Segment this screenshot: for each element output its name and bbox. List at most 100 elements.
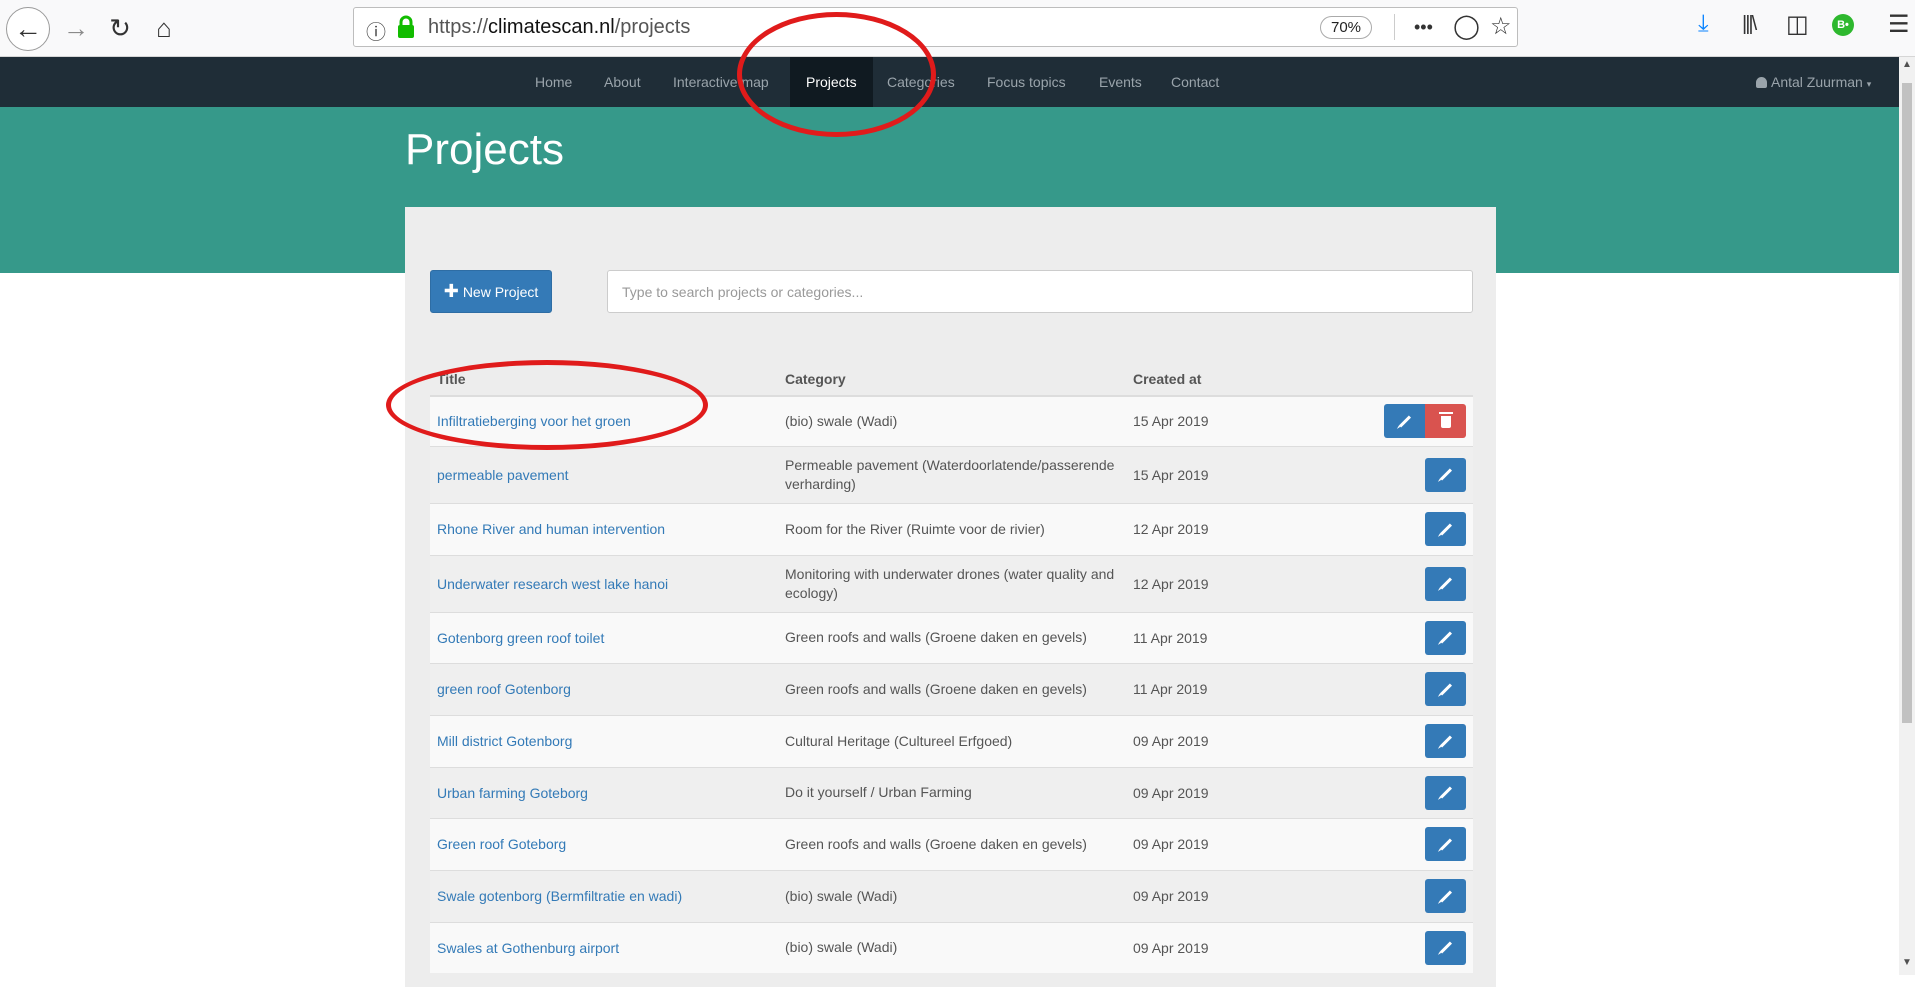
title-cell: permeable pavement xyxy=(430,445,778,503)
project-title-link[interactable]: permeable pavement xyxy=(437,467,569,483)
site-navbar: Home About Interactive map Projects Cate… xyxy=(0,57,1899,107)
category-cell: Green roofs and walls (Groene daken en g… xyxy=(778,817,1126,870)
project-title-link[interactable]: Green roof Goteborg xyxy=(437,836,566,852)
created-at-cell: 15 Apr 2019 xyxy=(1126,395,1300,446)
search-input[interactable] xyxy=(607,270,1473,313)
project-title-link[interactable]: Swales at Gothenburg airport xyxy=(437,940,619,956)
project-title-link[interactable]: Swale gotenborg (Bermfiltratie en wadi) xyxy=(437,888,682,904)
bookmark-star-icon[interactable]: ☆ xyxy=(1490,12,1512,41)
header-category[interactable]: Category xyxy=(778,347,1126,397)
title-cell: green roof Gotenborg xyxy=(430,662,778,715)
edit-button[interactable] xyxy=(1425,620,1466,655)
project-title-link[interactable]: Gotenborg green roof toilet xyxy=(437,630,604,646)
trash-icon xyxy=(1438,412,1453,429)
actions-cell xyxy=(1300,921,1473,973)
pencil-icon xyxy=(1439,682,1452,696)
home-icon[interactable]: ⌂ xyxy=(144,8,184,48)
category-cell: Green roofs and walls (Groene daken en g… xyxy=(778,611,1126,663)
category-cell: Green roofs and walls (Groene daken en g… xyxy=(778,662,1126,715)
table-row: Mill district Gotenborg Cultural Heritage… xyxy=(430,714,1473,767)
address-bar[interactable]: ⓘ https://climatescan.nl/projects 70% ••… xyxy=(353,7,1518,47)
pencil-icon xyxy=(1439,631,1452,644)
actions-cell xyxy=(1300,395,1473,446)
category-cell: Cultural Heritage (Cultureel Erfgoed) xyxy=(778,714,1126,767)
header-created-at[interactable]: Created at xyxy=(1126,347,1300,397)
actions-cell xyxy=(1300,817,1473,870)
project-title-link[interactable]: Underwater research west lake hanoi xyxy=(437,576,668,592)
created-at-cell: 12 Apr 2019 xyxy=(1126,554,1300,612)
sidebar-icon[interactable]: ◫ xyxy=(1786,10,1809,39)
pencil-icon xyxy=(1439,786,1452,799)
project-title-link[interactable]: Mill district Gotenborg xyxy=(437,733,572,749)
title-cell: Urban farming Goteborg xyxy=(430,766,778,818)
pencil-icon xyxy=(1439,577,1452,590)
project-title-link[interactable]: Urban farming Goteborg xyxy=(437,785,588,801)
table-row: Green roof Goteborg Green roofs and walls… xyxy=(430,817,1473,870)
category-cell: (bio) swale (Wadi) xyxy=(778,869,1126,922)
project-title-link[interactable]: green roof Gotenborg xyxy=(437,681,571,697)
created-at-cell: 09 Apr 2019 xyxy=(1126,869,1300,922)
edit-button[interactable] xyxy=(1425,879,1466,913)
reload-icon[interactable]: ↻ xyxy=(100,8,140,48)
table-row: Swale gotenborg (Bermfiltratie en wadi) (… xyxy=(430,869,1473,922)
annotation-circle-projects xyxy=(737,12,936,137)
edit-button[interactable] xyxy=(1425,672,1466,706)
nav-focus-topics[interactable]: Focus topics xyxy=(987,57,1066,107)
separator xyxy=(1394,14,1395,40)
title-cell: Gotenborg green roof toilet xyxy=(430,611,778,663)
pocket-icon[interactable]: ◯ xyxy=(1453,12,1480,41)
user-menu[interactable]: Antal Zuurman ▾ xyxy=(1756,57,1871,107)
edit-button[interactable] xyxy=(1425,566,1466,601)
pencil-icon xyxy=(1439,941,1452,954)
title-cell: Rhone River and human intervention xyxy=(430,502,778,555)
edit-button[interactable] xyxy=(1425,827,1466,861)
actions-cell xyxy=(1300,766,1473,818)
library-icon[interactable]: |||\ xyxy=(1742,13,1757,36)
pencil-icon xyxy=(1439,522,1452,536)
created-at-cell: 12 Apr 2019 xyxy=(1126,502,1300,555)
actions-cell xyxy=(1300,662,1473,715)
created-at-cell: 09 Apr 2019 xyxy=(1126,921,1300,973)
page-actions-icon[interactable]: ••• xyxy=(1414,17,1433,38)
new-project-button[interactable]: ✚ New Project xyxy=(430,270,552,313)
nav-contact[interactable]: Contact xyxy=(1171,57,1219,107)
scrollbar-thumb[interactable] xyxy=(1902,83,1912,723)
category-cell: Do it yourself / Urban Farming xyxy=(778,766,1126,818)
created-at-cell: 11 Apr 2019 xyxy=(1126,611,1300,663)
nav-home[interactable]: Home xyxy=(535,57,572,107)
title-cell: Swales at Gothenburg airport xyxy=(430,921,778,973)
nav-about[interactable]: About xyxy=(604,57,641,107)
menu-icon[interactable]: ☰ xyxy=(1888,10,1910,39)
actions-cell xyxy=(1300,714,1473,767)
forward-arrow-icon[interactable]: → xyxy=(56,8,96,48)
table-row: Rhone River and human intervention Room f… xyxy=(430,502,1473,555)
nav-events[interactable]: Events xyxy=(1099,57,1142,107)
edit-button[interactable] xyxy=(1425,512,1466,546)
scrollbar[interactable]: ▲ ▼ xyxy=(1899,57,1915,975)
created-at-cell: 11 Apr 2019 xyxy=(1126,662,1300,715)
delete-button[interactable] xyxy=(1425,404,1466,439)
zoom-indicator[interactable]: 70% xyxy=(1320,16,1373,39)
projects-panel: ✚ New Project Title Category Created at … xyxy=(405,207,1496,987)
table-row: Urban farming Goteborg Do it yourself / U… xyxy=(430,766,1473,818)
project-title-link[interactable]: Rhone River and human intervention xyxy=(437,521,665,537)
caret-down-icon: ▾ xyxy=(1866,79,1872,89)
edit-button[interactable] xyxy=(1425,724,1466,758)
actions-cell xyxy=(1300,869,1473,922)
category-cell: Monitoring with underwater drones (water… xyxy=(778,554,1126,612)
edit-button[interactable] xyxy=(1425,457,1466,492)
edit-button[interactable] xyxy=(1384,404,1425,439)
scroll-up-icon[interactable]: ▲ xyxy=(1902,59,1912,70)
actions-cell xyxy=(1300,445,1473,503)
info-icon[interactable]: ⓘ xyxy=(366,16,386,45)
table-row: permeable pavement Permeable pavement (Wa… xyxy=(430,445,1473,503)
scroll-down-icon[interactable]: ▼ xyxy=(1902,957,1912,968)
edit-button[interactable] xyxy=(1425,930,1466,965)
edit-button[interactable] xyxy=(1425,775,1466,810)
download-icon[interactable]: ⤓ xyxy=(1698,10,1709,38)
category-cell: Permeable pavement (Waterdoorlatende/pas… xyxy=(778,445,1126,503)
back-arrow-icon[interactable]: ← xyxy=(6,7,50,51)
created-at-cell: 15 Apr 2019 xyxy=(1126,445,1300,503)
extension-badge-icon[interactable]: B• xyxy=(1832,14,1854,36)
pencil-icon xyxy=(1439,468,1452,481)
